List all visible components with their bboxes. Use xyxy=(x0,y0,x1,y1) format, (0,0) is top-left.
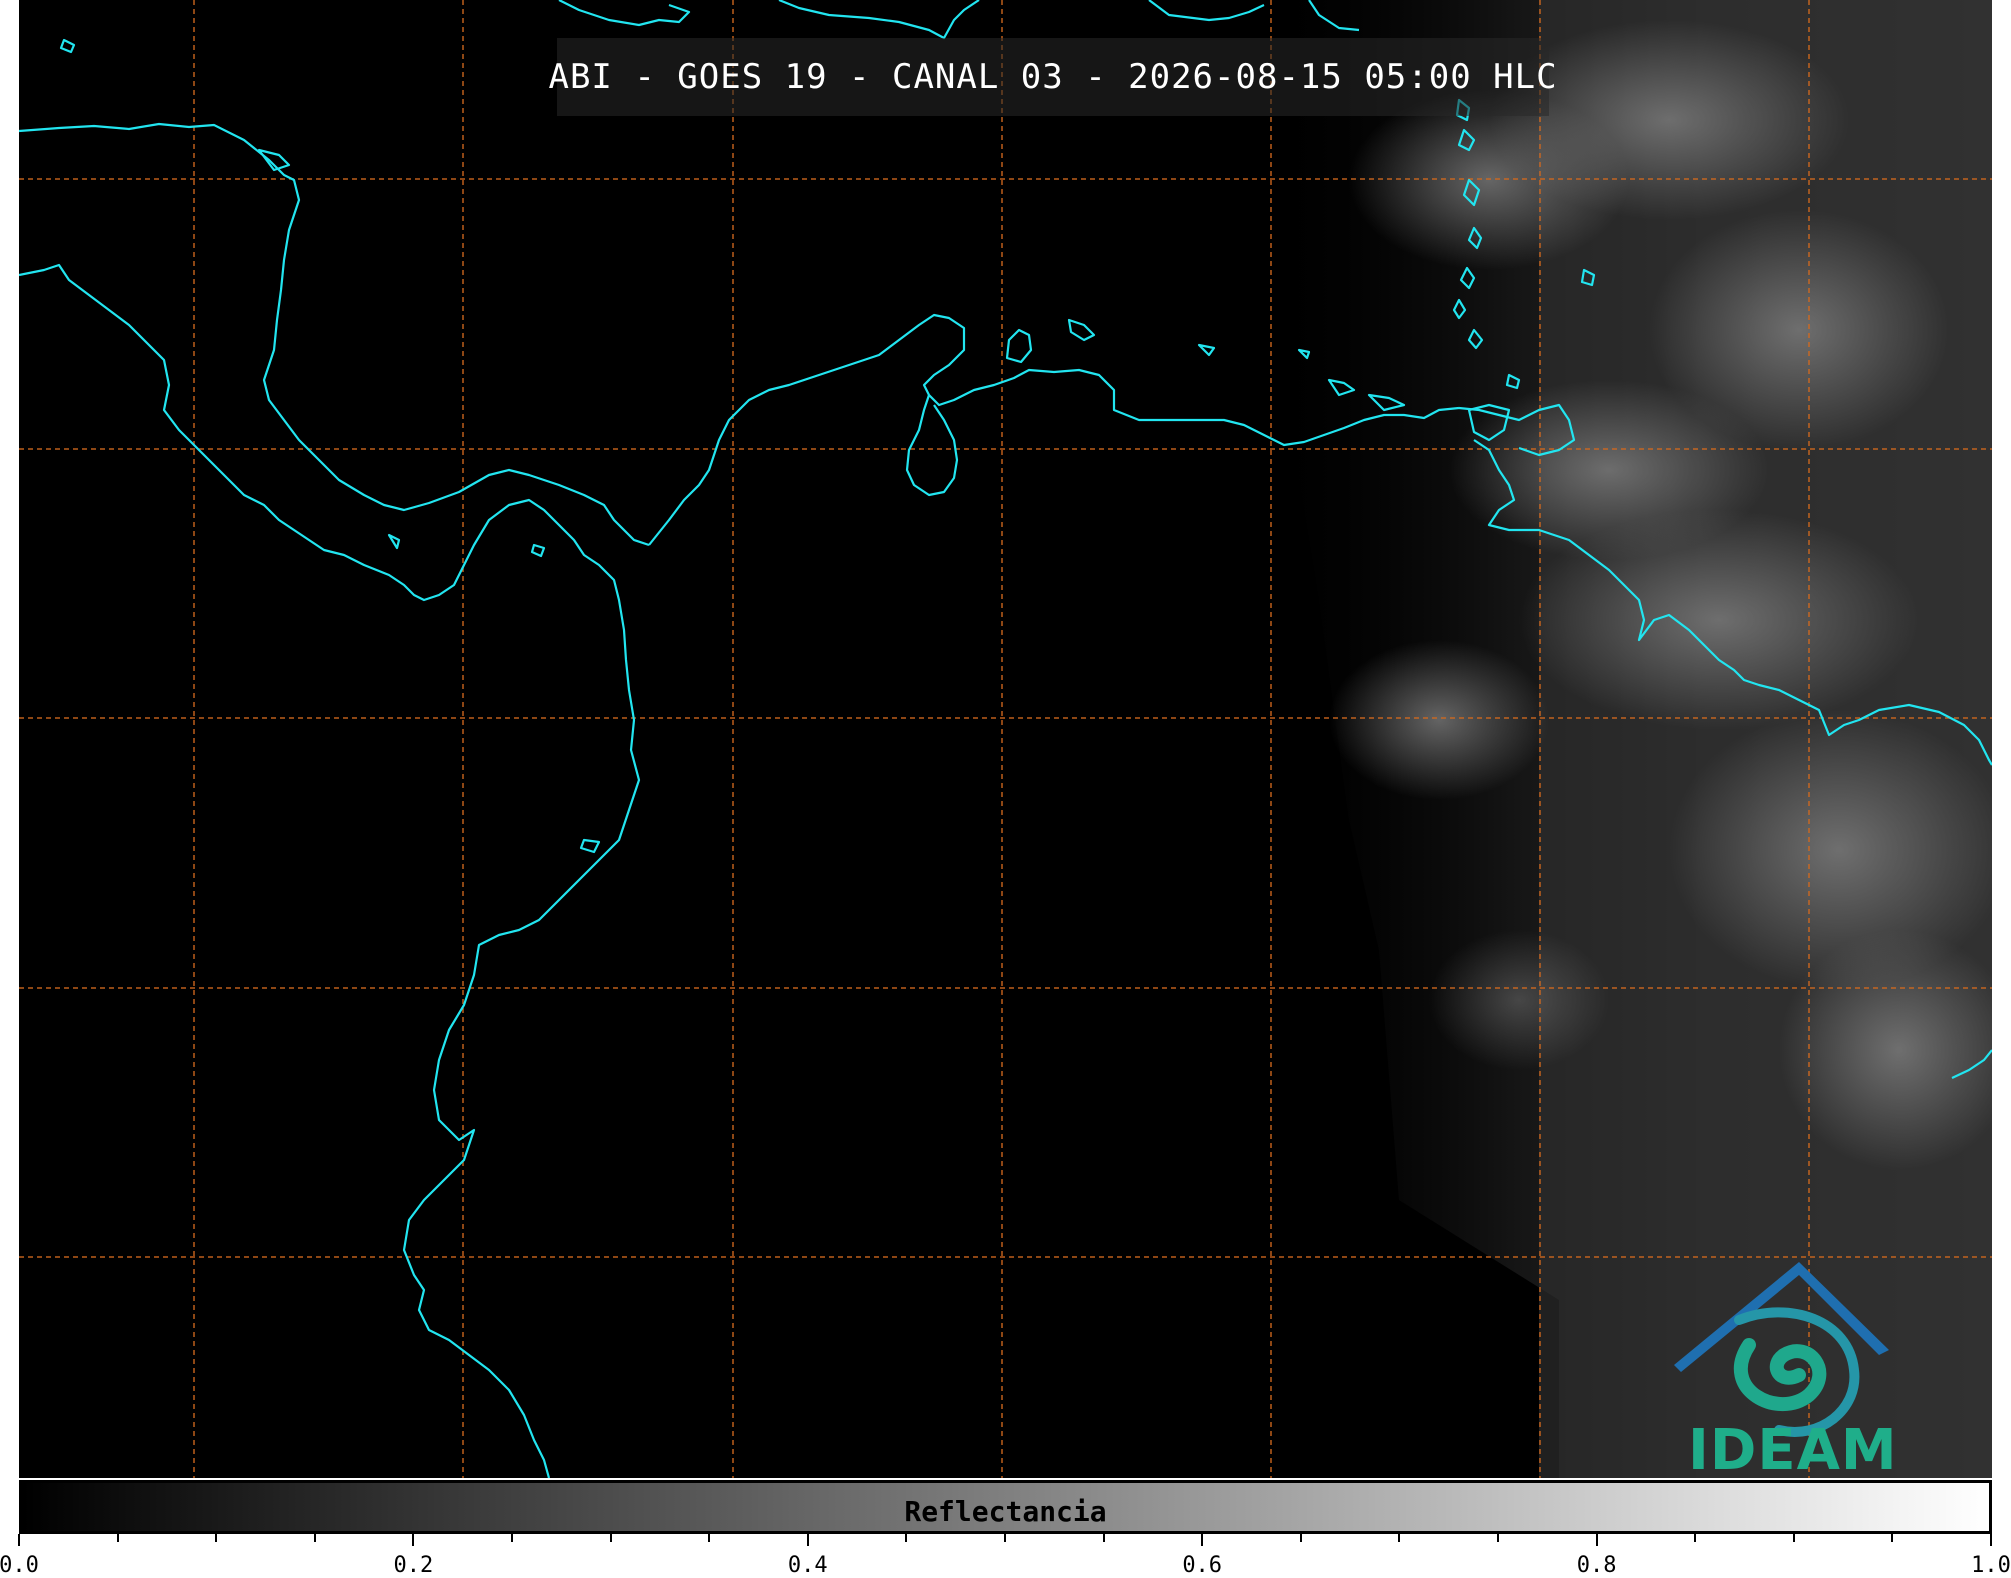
colorbar-tick-mark xyxy=(511,1534,513,1542)
colorbar-tick-mark xyxy=(1792,1534,1795,1542)
colorbar-tick-label: 0.2 xyxy=(393,1553,434,1578)
colorbar-tick-mark xyxy=(1004,1534,1006,1542)
satellite-imagery xyxy=(19,0,1992,1478)
colorbar-tick-mark xyxy=(905,1534,908,1542)
colorbar-tick-mark xyxy=(18,1534,20,1546)
colorbar-tick-mark xyxy=(1102,1534,1105,1542)
colorbar-ticks: 0.0 0.2 0.4 0.6 0.8 1.0 xyxy=(0,1534,2011,1578)
colorbar-tick-mark xyxy=(215,1534,218,1542)
colorbar-tick-mark xyxy=(1201,1534,1204,1546)
colorbar-tick-mark xyxy=(1694,1534,1697,1542)
colorbar-tick-label: 0.8 xyxy=(1576,1553,1617,1578)
image-title: ABI - GOES 19 - CANAL 03 - 2026-08-15 05… xyxy=(548,38,1557,116)
colorbar-tick-label: 0.6 xyxy=(1182,1553,1223,1578)
colorbar-tick-mark xyxy=(1398,1534,1401,1542)
colorbar-tick-mark xyxy=(1299,1534,1302,1542)
ideam-logo-text: IDEAM xyxy=(1688,1418,1898,1483)
colorbar-tick-mark xyxy=(609,1534,612,1542)
colorbar: Reflectancia xyxy=(19,1480,1992,1534)
colorbar-label: Reflectancia xyxy=(904,1495,1107,1528)
colorbar-tick-mark xyxy=(1595,1534,1598,1546)
satellite-map: ABI - GOES 19 - CANAL 03 - 2026-08-15 05… xyxy=(19,0,1992,1478)
colorbar-tick-mark xyxy=(708,1534,711,1542)
colorbar-tick-mark xyxy=(806,1534,809,1546)
colorbar-tick-label: 0.0 xyxy=(0,1553,39,1578)
colorbar-tick-label: 1.0 xyxy=(1971,1553,2011,1578)
colorbar-tick-mark xyxy=(313,1534,316,1542)
colorbar-tick-mark xyxy=(1891,1534,1894,1542)
colorbar-tick-mark xyxy=(116,1534,119,1542)
colorbar-tick-mark xyxy=(1497,1534,1499,1542)
colorbar-tick-mark xyxy=(1990,1534,1992,1546)
colorbar-tick-mark xyxy=(412,1534,415,1546)
colorbar-tick-label: 0.4 xyxy=(787,1553,828,1578)
